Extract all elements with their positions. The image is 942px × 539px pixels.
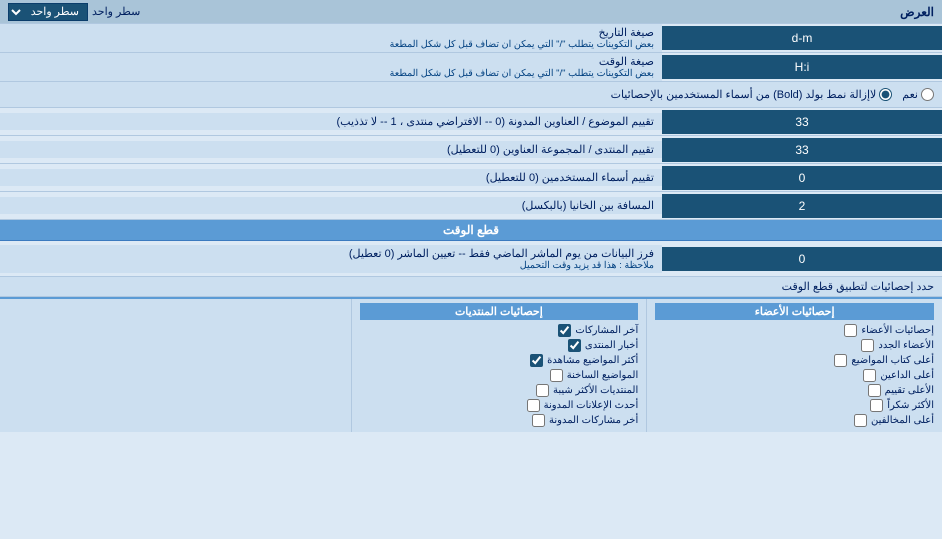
stat-item-5: الأعلى تقييم xyxy=(655,383,934,398)
stats-forums-title: إحصائيات المنتديات xyxy=(360,303,639,320)
time-format-input-container: H:i xyxy=(662,55,942,79)
stat-members-cb-3[interactable] xyxy=(834,354,847,367)
bold-radio-no-label[interactable]: لا xyxy=(870,88,892,101)
bold-remove-label: إزالة نمط بولد (Bold) من أسماء المستخدمي… xyxy=(8,88,870,101)
bold-radio-group: نعم لا xyxy=(870,88,934,101)
stat-forums-cb-1[interactable] xyxy=(558,324,571,337)
stat-forum-item-1: آخر المشاركات xyxy=(360,323,639,338)
user-order-input[interactable] xyxy=(666,168,938,188)
stat-forums-cb-2[interactable] xyxy=(568,339,581,352)
cutoff-days-row: فرز البيانات من يوم الماشر الماضي فقط --… xyxy=(0,241,942,277)
stat-forum-item-6: أحدث الإعلانات المدونة xyxy=(360,398,639,413)
space-between-row: المسافة بين الخانيا (بالبكسل) xyxy=(0,192,942,220)
stats-members-col: إحصائيات الأعضاء إحصائيات الأعضاء الأعضا… xyxy=(646,299,942,432)
topic-order-row: تقييم الموضوع / العناوين المدونة (0 -- ا… xyxy=(0,108,942,136)
apply-limits-row: حدد إحصائيات لتطبيق قطع الوقت xyxy=(0,277,942,297)
stat-item-1: إحصائيات الأعضاء xyxy=(655,323,934,338)
time-format-label: صيغة الوقت بعض التكوينات يتطلب "/" التي … xyxy=(0,53,662,81)
space-between-input-container xyxy=(662,194,942,218)
stat-forums-cb-4[interactable] xyxy=(550,369,563,382)
date-format-input[interactable]: d-m xyxy=(666,28,938,48)
forum-order-label: تقييم المنتدى / المجموعة العناوين (0 للت… xyxy=(0,141,662,158)
cutoff-days-input-container xyxy=(662,247,942,271)
time-format-input[interactable]: H:i xyxy=(666,57,938,77)
stats-members-title: إحصائيات الأعضاء xyxy=(655,303,934,320)
cutoff-section-header: قطع الوقت xyxy=(0,220,942,241)
cutoff-days-input[interactable] xyxy=(666,249,938,269)
header-row: العرض سطر واحد سطر واحد سطران ثلاثة أسطر xyxy=(0,0,942,24)
date-format-input-container: d-m xyxy=(662,26,942,50)
user-order-input-container xyxy=(662,166,942,190)
stats-right-col xyxy=(0,299,351,432)
stat-forum-item-2: أخبار المنتدى xyxy=(360,338,639,353)
stat-forum-item-7: أخر مشاركات المدونة xyxy=(360,413,639,428)
stat-members-cb-1[interactable] xyxy=(844,324,857,337)
date-format-row: d-m صيغة التاريخ بعض التكوينات يتطلب "/"… xyxy=(0,24,942,53)
topic-order-input-container xyxy=(662,110,942,134)
stat-members-cb-5[interactable] xyxy=(868,384,881,397)
stat-item-2: الأعضاء الجدد xyxy=(655,338,934,353)
stat-forums-cb-5[interactable] xyxy=(536,384,549,397)
forum-order-input-container xyxy=(662,138,942,162)
date-format-label: صيغة التاريخ بعض التكوينات يتطلب "/" الت… xyxy=(0,24,662,52)
stat-forum-item-4: المواضيع الساخنة xyxy=(360,368,639,383)
stat-members-cb-4[interactable] xyxy=(863,369,876,382)
stat-members-cb-6[interactable] xyxy=(870,399,883,412)
bold-remove-row: نعم لا إزالة نمط بولد (Bold) من أسماء ال… xyxy=(0,82,942,108)
stat-forums-cb-7[interactable] xyxy=(532,414,545,427)
stat-forum-item-5: المنتديات الأكثر شيبة xyxy=(360,383,639,398)
user-order-label: تقييم أسماء المستخدمين (0 للتعطيل) xyxy=(0,169,662,186)
user-order-row: تقييم أسماء المستخدمين (0 للتعطيل) xyxy=(0,164,942,192)
stat-item-7: أعلى المخالفين xyxy=(655,413,934,428)
stat-forums-cb-3[interactable] xyxy=(530,354,543,367)
bold-radio-no[interactable] xyxy=(879,88,892,101)
stat-members-cb-7[interactable] xyxy=(854,414,867,427)
stat-forum-item-3: أكثر المواضيع مشاهدة xyxy=(360,353,639,368)
forum-order-row: تقييم المنتدى / المجموعة العناوين (0 للت… xyxy=(0,136,942,164)
dropdown-label: سطر واحد xyxy=(92,5,140,18)
topic-order-input[interactable] xyxy=(666,112,938,132)
space-between-label: المسافة بين الخانيا (بالبكسل) xyxy=(0,197,662,214)
cutoff-days-label: فرز البيانات من يوم الماشر الماضي فقط --… xyxy=(0,245,662,273)
stat-item-4: أعلى الداعين xyxy=(655,368,934,383)
stat-item-3: أعلى كتاب المواضيع xyxy=(655,353,934,368)
bold-radio-yes-label[interactable]: نعم xyxy=(902,88,934,101)
bottom-stats-section: إحصائيات الأعضاء إحصائيات الأعضاء الأعضا… xyxy=(0,297,942,432)
bold-radio-yes[interactable] xyxy=(921,88,934,101)
stat-item-6: الأكثر شكراً xyxy=(655,398,934,413)
time-format-row: H:i صيغة الوقت بعض التكوينات يتطلب "/" ا… xyxy=(0,53,942,82)
forum-order-input[interactable] xyxy=(666,140,938,160)
stats-forums-col: إحصائيات المنتديات آخر المشاركات أخبار ا… xyxy=(351,299,647,432)
topic-order-label: تقييم الموضوع / العناوين المدونة (0 -- ا… xyxy=(0,113,662,130)
space-between-input[interactable] xyxy=(666,196,938,216)
header-label: العرض xyxy=(140,5,934,19)
display-dropdown[interactable]: سطر واحد سطران ثلاثة أسطر xyxy=(8,3,88,21)
stat-forums-cb-6[interactable] xyxy=(527,399,540,412)
stat-members-cb-2[interactable] xyxy=(861,339,874,352)
